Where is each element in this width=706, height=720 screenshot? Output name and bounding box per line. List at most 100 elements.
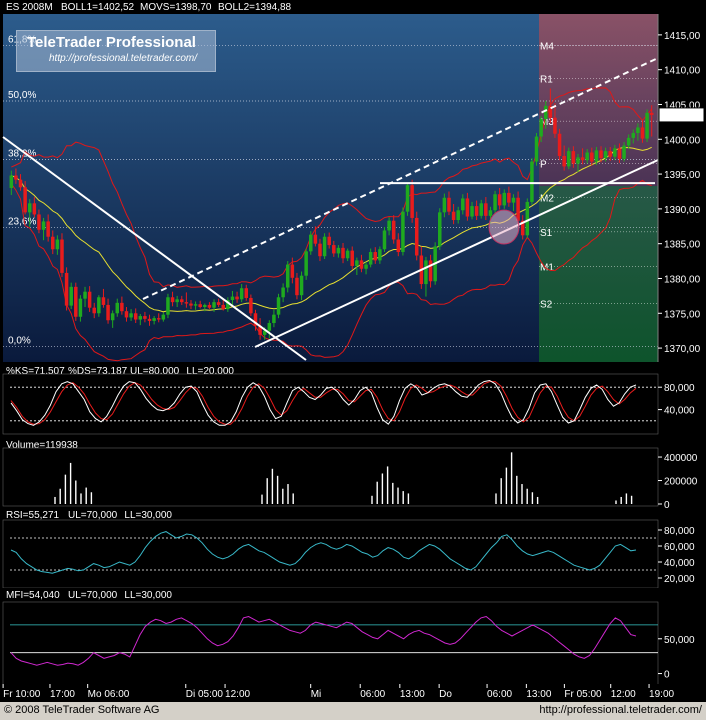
candle-body [562,155,566,167]
candle-body [14,175,18,180]
candle-body [198,304,202,308]
header-instrument: ES 2008M [6,2,53,13]
candle-body [640,127,645,139]
candle-body [207,304,212,308]
candle-body [152,318,156,321]
pivot-label: S2 [540,300,553,311]
candle-body [603,151,608,159]
indicator-label: UL=70,000 [68,510,118,521]
indicator-tick-label: 400000 [664,453,698,464]
candle-body [470,206,474,217]
candle-body [557,133,562,156]
time-tick-label: Fr 10:00 [3,689,41,700]
time-tick-label: 06:00 [487,689,512,700]
candle-body [230,296,235,301]
candle-body [539,119,543,137]
candle-body [497,194,502,206]
time-tick-label: Fr 05:00 [564,689,602,700]
candle-body [474,206,479,216]
fib-label: 0,0% [8,336,31,347]
time-tick-label: 13:00 [400,689,425,700]
time-axis: Fr 10:00 17:00 Mo 06:00 Di 05:00 12:00 Mi 06:0… [0,684,706,702]
time-tick-label: Do [439,689,452,700]
footer-copyright: © 2008 TeleTrader Software AG [4,704,160,716]
candle-body [92,307,96,314]
indicator-plot-area [2,373,659,435]
candle-body [290,264,295,278]
pivot-zone-support [539,186,658,362]
candle-body [51,236,55,250]
candle-body [55,239,60,250]
candle-body [645,112,649,139]
price-tick-label: 1395,00 [664,170,701,181]
fib-label: 23,6% [8,217,36,228]
candle-body [631,133,636,138]
candle-body [124,311,129,318]
candle-body [608,151,612,157]
candle-body [636,127,640,134]
time-tick-label: 06:00 [360,689,385,700]
candle-body [299,275,304,296]
indicator-tick-label: 60,000 [664,542,695,553]
candle-body [428,260,433,282]
candle-body [534,136,539,162]
candle-body [649,112,654,115]
footer-url: http://professional.teletrader.com/ [539,704,702,716]
candle-body [249,297,253,314]
pivot-label: M1 [540,263,554,274]
candle-body [599,150,603,159]
candle-body [133,313,138,320]
candle-body [442,197,447,213]
candle-body [193,304,198,306]
indicator-tick-label: 80,000 [664,526,695,537]
indicator-plot-area [2,447,659,507]
candle-body [493,194,497,211]
time-tick-label: Mo 06:00 [88,689,130,700]
candle-body [456,210,460,221]
candle-body [120,302,124,312]
candle-body [106,304,110,321]
candle-body [285,264,290,288]
indicator-panel-volume: Volume=1199384000002000000 [0,438,706,511]
candle-body [359,260,364,269]
candle-body [212,302,216,308]
candle-body [414,217,419,256]
indicator-panel-rsi: RSI=55,271 UL=70,000 LL=30,000 80,000 60,000… [0,508,706,589]
indicator-tick-label: 40,000 [664,558,695,569]
candle-body [387,220,391,231]
candle-body [350,250,354,266]
candle-body [166,297,170,315]
candle-body [101,297,106,305]
candle-body [332,245,336,254]
candle-body [143,316,147,319]
indicator-label: LL=30,000 [124,590,172,601]
candle-body [580,157,585,161]
pivot-label: M2 [540,194,554,205]
pivot-label: S1 [540,228,553,239]
candle-body [313,234,318,244]
candle-body [41,221,46,230]
candle-body [216,302,221,305]
pivot-zone-resistance [539,14,658,186]
logo-title: TeleTrader Professional [27,34,196,51]
candle-body [622,145,626,159]
candle-body [244,288,249,298]
candle-body [9,175,14,188]
candle-body [336,247,341,254]
candle-body [74,286,78,317]
candle-body [23,187,27,213]
time-tick-label: 12:00 [611,689,636,700]
chart-canvas: 61,8%50,0%38,2%23,6%0,0% M4R1M3PM2S1M1S2… [0,2,706,702]
candle-body [304,251,308,276]
candle-body [382,230,387,250]
fib-label: 50,0% [8,90,36,101]
candle-body [479,203,483,216]
candle-body [617,148,622,159]
candle-body [410,185,414,218]
price-tick-label: 1380,00 [664,274,701,285]
header-boll2: BOLL2=1394,88 [218,2,292,13]
candle-body [267,323,272,331]
candle-body [484,203,488,216]
candle-body [543,105,548,120]
candle-body [507,192,511,203]
